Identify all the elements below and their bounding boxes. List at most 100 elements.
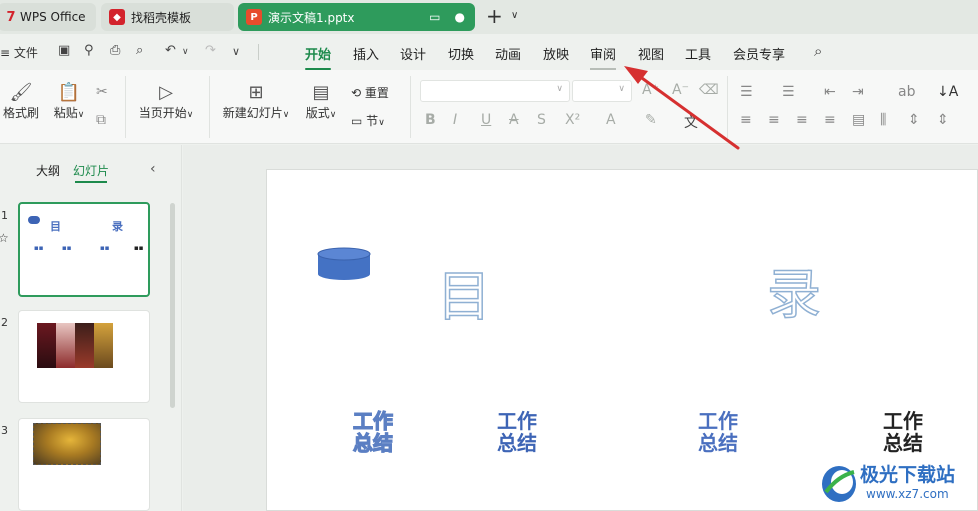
aurora-logo-icon <box>822 466 856 502</box>
tab-review[interactable]: 审阅 <box>590 44 617 70</box>
text-direction-icon[interactable]: ab <box>898 84 915 100</box>
undo-icon[interactable]: ↶ <box>165 43 176 58</box>
divider <box>125 76 126 138</box>
bullet-list-icon[interactable]: ☰ <box>740 84 753 100</box>
new-slide-label: 新建幻灯片∨ <box>222 106 290 120</box>
distribute-icon[interactable]: ▤ <box>852 112 865 128</box>
unsaved-dot-icon: ● <box>454 10 465 24</box>
justify-icon[interactable]: ≡ <box>824 112 836 128</box>
numbered-list-icon[interactable]: ☰ <box>782 84 795 100</box>
slide-thumbnail-3[interactable] <box>18 418 150 511</box>
tab-slides[interactable]: 幻灯片 <box>73 162 109 183</box>
font-size-select[interactable]: ∨ <box>572 80 632 102</box>
font-color-icon[interactable]: A <box>606 112 616 128</box>
increase-font-icon[interactable]: A⁺ <box>642 82 659 98</box>
wordart-line: 总结 <box>883 431 923 455</box>
layout-button[interactable]: ▤ 版式∨ <box>301 82 341 121</box>
tree-photo-image <box>33 423 101 465</box>
reset-button[interactable]: ⟲ 重置 <box>351 84 401 101</box>
slide-title-char-a[interactable]: 目 <box>436 252 492 331</box>
thumb-wordart: ▪▪ <box>100 244 110 252</box>
eraser-icon[interactable]: ⌫ <box>699 82 719 98</box>
superscript-icon[interactable]: X² <box>565 112 580 128</box>
thumb-wordart: ▪▪ <box>62 244 72 252</box>
underline-icon[interactable]: U <box>481 112 491 128</box>
italic-icon[interactable]: I <box>453 112 457 128</box>
format-painter-button[interactable]: 🖌 格式刷 <box>0 82 42 121</box>
align-right-icon[interactable]: ≡ <box>796 112 808 128</box>
site-watermark: 极光下载站 www.xz7.com <box>820 458 978 511</box>
layout-label: 版式∨ <box>305 106 337 120</box>
tab-member[interactable]: 会员专享 <box>733 44 785 63</box>
tab-animation[interactable]: 动画 <box>495 44 521 63</box>
format-painter-label: 格式刷 <box>2 106 39 120</box>
cylinder-shape[interactable] <box>317 247 373 281</box>
tab-transition[interactable]: 切换 <box>448 44 474 63</box>
new-tab-plus-icon[interactable]: + <box>486 6 503 26</box>
tab-bar: 7 WPS Office ◆ 找稻壳模板 P 演示文稿1.pptx ▭ ● + … <box>0 0 978 34</box>
tab-slideshow[interactable]: 放映 <box>543 44 569 63</box>
print-icon[interactable]: ⎙ <box>110 43 120 58</box>
slide-number: 2 <box>1 316 8 329</box>
shadow-icon[interactable]: S <box>537 112 546 128</box>
wordart-line: 总结 <box>352 431 393 455</box>
column-icon[interactable]: ⫼ <box>880 112 886 128</box>
wordart-text-4[interactable]: 工作 总结 <box>873 410 933 454</box>
panel-scrollbar[interactable] <box>170 203 175 408</box>
cut-icon[interactable]: ✂ <box>96 84 108 100</box>
line-spacing-icon[interactable]: ⇕ <box>908 112 920 128</box>
format-painter-icon: 🖌 <box>9 82 33 103</box>
redo-icon[interactable]: ↷ <box>205 43 216 58</box>
save-icon[interactable]: ▣ <box>58 43 70 58</box>
tab-design[interactable]: 设计 <box>400 44 426 63</box>
tab-home[interactable]: 开始 <box>305 44 332 70</box>
paragraph-spacing-icon[interactable]: ⇕ <box>937 112 949 128</box>
tab-wps-office[interactable]: 7 WPS Office <box>0 3 96 31</box>
tab-insert[interactable]: 插入 <box>353 44 379 63</box>
divider <box>727 76 728 138</box>
wordart-text-1[interactable]: 工作 总结 <box>343 409 403 455</box>
increase-indent-icon[interactable]: ⇥ <box>852 84 864 100</box>
slide-thumbnail-2[interactable] <box>18 310 150 403</box>
decrease-indent-icon[interactable]: ⇤ <box>824 84 836 100</box>
slide-thumbnail-1[interactable]: 目 录 ▪▪ ▪▪ ▪▪ ▪▪ <box>18 202 150 297</box>
collapse-panel-icon[interactable]: ‹ <box>150 161 156 177</box>
more-dropdown-icon[interactable]: ∨ <box>232 45 240 58</box>
font-name-select[interactable]: ∨ <box>420 80 570 102</box>
section-button[interactable]: ▭ 节∨ <box>351 112 401 129</box>
paste-button[interactable]: 📋 粘贴∨ <box>48 82 90 121</box>
strikethrough-icon[interactable]: A <box>509 112 519 128</box>
tab-current-document[interactable]: P 演示文稿1.pptx ▭ ● <box>238 3 475 31</box>
decrease-font-icon[interactable]: A⁻ <box>672 82 689 98</box>
photo-image <box>94 323 113 368</box>
align-left-icon[interactable]: ≡ <box>740 112 752 128</box>
export-icon[interactable]: ⚲ <box>84 43 94 58</box>
sort-icon[interactable]: ↓A <box>937 84 958 100</box>
presentation-file-icon: P <box>246 9 262 25</box>
new-slide-button[interactable]: ⊞ 新建幻灯片∨ <box>219 82 293 121</box>
highlight-icon[interactable]: ✎ <box>645 112 657 128</box>
photo-image <box>37 323 56 368</box>
print-preview-icon[interactable]: ⌕ <box>136 43 143 58</box>
slide-title-char-b[interactable]: 录 <box>766 250 822 329</box>
undo-dropdown-icon[interactable]: ∨ <box>182 47 189 57</box>
monitor-icon[interactable]: ▭ <box>429 10 440 24</box>
bold-icon[interactable]: B <box>425 112 436 128</box>
photo-image <box>75 323 94 368</box>
file-menu[interactable]: ≡ 文件 <box>0 44 38 61</box>
tab-template-store[interactable]: ◆ 找稻壳模板 <box>101 3 234 31</box>
chevron-down-icon[interactable]: ∨ <box>511 10 518 21</box>
copy-icon[interactable]: ⧉ <box>96 112 106 128</box>
tab-tools[interactable]: 工具 <box>685 44 711 63</box>
divider <box>258 44 259 60</box>
wps-logo-icon: 7 <box>6 9 16 25</box>
play-from-current-button[interactable]: ▷ 当页开始∨ <box>135 82 197 121</box>
search-icon[interactable]: ⌕ <box>814 42 822 60</box>
slide-canvas: 目 录 工作 总结 工作 总结 工作 总结 工作 总结 <box>183 145 978 511</box>
align-center-icon[interactable]: ≡ <box>768 112 780 128</box>
wordart-text-2[interactable]: 工作 总结 <box>487 410 547 454</box>
wordart-text-3[interactable]: 工作 总结 <box>688 410 748 454</box>
tab-outline[interactable]: 大纲 <box>36 162 60 179</box>
phonetic-icon[interactable]: 文 <box>684 112 698 132</box>
tab-view[interactable]: 视图 <box>638 44 664 63</box>
